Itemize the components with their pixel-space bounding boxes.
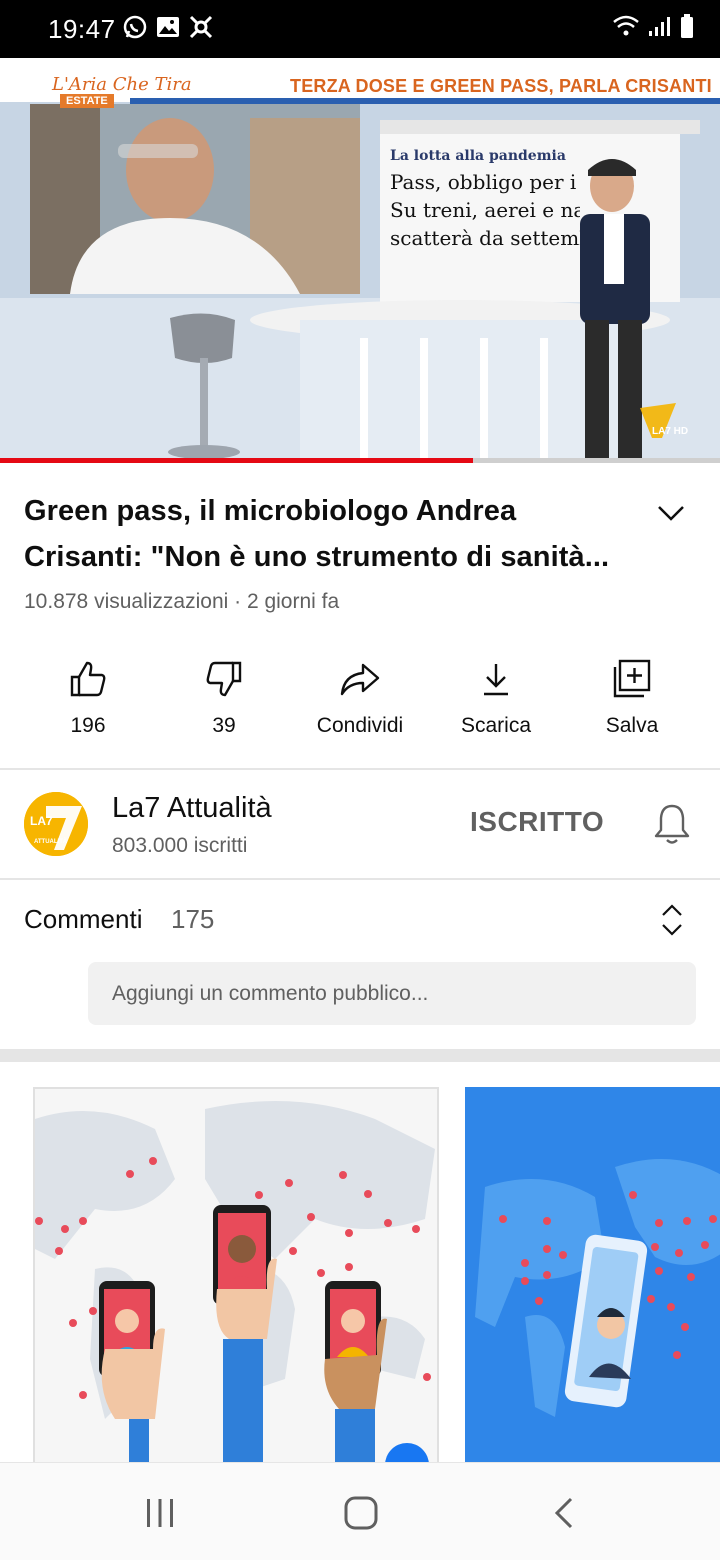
chevron-down-icon <box>658 506 684 521</box>
notifications-button[interactable] <box>652 802 692 846</box>
recent-apps-button[interactable] <box>130 1493 190 1533</box>
app-icon <box>189 15 213 39</box>
dislike-button[interactable]: 39 <box>156 656 292 748</box>
video-player[interactable]: L'Aria Che Tira ESTATE TERZA DOSE E GREE… <box>0 58 720 462</box>
home-icon <box>344 1496 378 1530</box>
ad-card[interactable] <box>465 1087 720 1487</box>
wifi-icon <box>613 15 639 36</box>
save-button[interactable]: Salva <box>564 656 700 748</box>
home-button[interactable] <box>331 1493 391 1533</box>
status-time: 19:47 <box>48 14 116 44</box>
like-button[interactable]: 196 <box>20 656 156 748</box>
divider <box>0 878 720 880</box>
channel-watermark: LA7 HD <box>652 426 689 437</box>
share-button[interactable]: Condividi <box>292 656 428 748</box>
video-progress-bar[interactable] <box>0 458 720 463</box>
video-title[interactable]: Green pass, il microbiologo Andrea Crisa… <box>24 488 634 580</box>
video-headline-banner: TERZA DOSE E GREEN PASS, PARLA CRISANTI <box>290 76 712 96</box>
expand-description-button[interactable] <box>652 494 690 532</box>
save-label: Salva <box>605 714 659 737</box>
bell-icon <box>654 804 690 844</box>
share-label: Condividi <box>316 714 404 737</box>
video-meta: 10.878 visualizzazioni · 2 giorni fa <box>24 590 340 613</box>
channel-name[interactable]: La7 Attualità <box>112 792 272 825</box>
screen-paper-headline-2: Su treni, aerei e navi <box>390 198 580 222</box>
add-to-playlist-icon <box>613 659 651 698</box>
screen-paper-headline-3: scatterà da settembre <box>390 226 580 250</box>
comments-label[interactable]: Commenti <box>24 904 142 935</box>
avatar-text: LA7 <box>30 814 53 828</box>
program-logo: L'Aria Che Tira <box>52 74 192 95</box>
avatar-subtext: ATTUALITÀ <box>34 839 68 845</box>
thumbs-up-icon <box>70 661 106 697</box>
system-navigation-bar <box>0 1462 720 1560</box>
status-bar: 19:47 <box>0 0 720 58</box>
share-icon <box>340 663 380 696</box>
channel-avatar[interactable]: LA7 ATTUALITÀ <box>24 792 88 856</box>
recent-apps-icon <box>147 1499 173 1527</box>
dislike-count: 39 <box>212 714 236 737</box>
back-icon <box>554 1497 573 1529</box>
world-map-illustration <box>35 1089 437 1485</box>
like-count: 196 <box>70 714 106 737</box>
section-separator <box>0 1049 720 1062</box>
comment-input[interactable]: Aggiungi un commento pubblico... <box>88 962 696 1025</box>
subscribed-button[interactable]: ISCRITTO <box>470 806 604 838</box>
action-bar: 196 39 Condividi Scarica Salva <box>20 656 700 748</box>
signal-icon <box>649 17 670 36</box>
download-label: Scarica <box>460 714 532 737</box>
comments-expand-button[interactable] <box>658 902 686 938</box>
back-button[interactable] <box>534 1493 594 1533</box>
screen-paper-kicker: La lotta alla pandemia <box>390 148 566 164</box>
ad-card[interactable] <box>33 1087 439 1487</box>
subscriber-count: 803.000 iscritti <box>112 834 248 857</box>
download-button[interactable]: Scarica <box>428 656 564 748</box>
thumbs-down-icon <box>206 661 242 697</box>
comments-count: 175 <box>171 904 215 934</box>
whatsapp-icon <box>123 15 147 39</box>
unfold-icon <box>662 904 682 936</box>
screen-paper-headline-1: Pass, obbligo per i prof <box>390 170 580 194</box>
gallery-icon <box>157 17 179 37</box>
program-logo-badge: ESTATE <box>60 94 114 108</box>
divider <box>0 768 720 770</box>
battery-icon <box>681 14 693 38</box>
download-icon <box>484 664 508 696</box>
video-frame <box>0 58 720 462</box>
world-map-illustration <box>465 1087 720 1487</box>
video-progress-fill <box>0 458 474 463</box>
